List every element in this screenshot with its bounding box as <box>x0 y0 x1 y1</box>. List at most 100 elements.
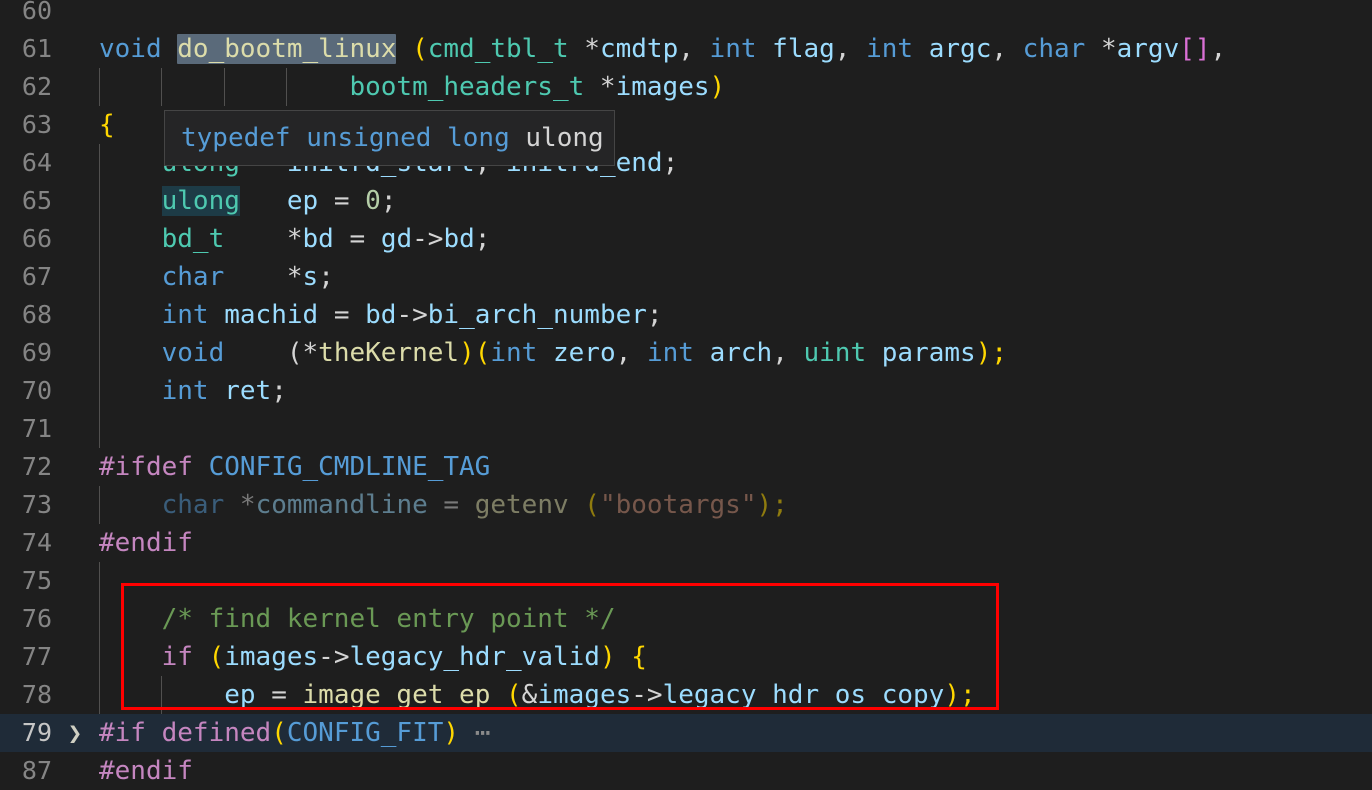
line-number: 73 <box>21 490 52 519</box>
code-line[interactable]: 68 int machid = bd->bi_arch_number; <box>0 296 1372 334</box>
line-content: bootm_headers_t *images) <box>99 68 725 106</box>
code-token: ⋯ <box>459 718 491 748</box>
code-line[interactable]: 61 void do_bootm_linux (cmd_tbl_t *cmdtp,… <box>0 30 1372 68</box>
code-line[interactable]: 66 bd_t *bd = gd->bd; <box>0 220 1372 258</box>
code-line[interactable]: 77 if (images->legacy_hdr_valid) { <box>0 638 1372 676</box>
code-token: int <box>709 34 757 64</box>
code-token: flag <box>772 34 835 64</box>
code-token: void <box>99 34 162 64</box>
line-number: 87 <box>21 756 52 785</box>
code-token: int <box>490 338 538 368</box>
code-token: , <box>834 34 867 64</box>
code-token: , <box>615 338 647 368</box>
code-line[interactable]: 65 ulong ep = 0; <box>0 182 1372 220</box>
line-number: 77 <box>21 642 52 671</box>
code-line[interactable]: 69 void (*theKernel)(int zero, int arch,… <box>0 334 1372 372</box>
code-token: * <box>584 72 616 102</box>
line-number: 74 <box>21 528 52 557</box>
line-content: void (*theKernel)(int zero, int arch, ui… <box>99 334 1007 372</box>
code-token: if <box>161 642 193 672</box>
code-token: theKernel <box>318 338 460 368</box>
code-token: int <box>161 300 209 330</box>
code-token: commandline <box>255 490 428 520</box>
code-token: * <box>224 490 256 520</box>
code-token: void <box>161 338 225 368</box>
code-line[interactable]: 74 #endif <box>0 524 1372 562</box>
code-token: * <box>224 224 303 254</box>
hover-alias-name: ulong <box>509 123 604 153</box>
code-token: ; <box>318 262 334 292</box>
code-token: = <box>255 680 303 710</box>
code-line[interactable]: 76 /* find kernel entry point */ <box>0 600 1372 638</box>
code-line[interactable]: 73 char *commandline = getenv ("bootargs… <box>0 486 1372 524</box>
code-token: argc <box>928 34 992 64</box>
code-token: images <box>537 680 632 710</box>
code-token: ; <box>271 376 287 406</box>
code-token: 0 <box>365 186 381 216</box>
code-line[interactable]: 60 <box>0 0 1372 30</box>
line-number: 70 <box>21 376 52 405</box>
line-content: #endif <box>99 752 193 790</box>
code-line[interactable]: 70 int ret; <box>0 372 1372 410</box>
code-token: legacy_hdr_os_copy <box>662 680 945 710</box>
code-line[interactable]: 87 #endif <box>0 752 1372 790</box>
code-line[interactable]: 62 bootm_headers_t *images) <box>0 68 1372 106</box>
code-line[interactable]: 67 char *s; <box>0 258 1372 296</box>
code-token: ); <box>756 490 788 520</box>
code-editor[interactable]: 60 61 void do_bootm_linux (cmd_tbl_t *cmdt… <box>0 0 1372 786</box>
code-token: , <box>772 338 804 368</box>
line-number: 67 <box>21 262 52 291</box>
code-token: ulong <box>161 186 240 216</box>
code-line[interactable]: 72 #ifdef CONFIG_CMDLINE_TAG <box>0 448 1372 486</box>
code-token: * <box>1085 34 1117 64</box>
code-token: image_get_ep <box>302 680 491 710</box>
indent-guide <box>99 562 100 600</box>
code-token: bd <box>365 300 397 330</box>
code-token: zero <box>553 338 616 368</box>
code-token: bd_t <box>161 224 225 254</box>
code-token: CONFIG_CMDLINE_TAG <box>208 452 491 482</box>
code-token: ep <box>224 680 256 710</box>
code-token: -> <box>631 680 663 710</box>
code-token: images <box>615 72 710 102</box>
code-line[interactable]: 71 <box>0 410 1372 448</box>
code-token: defined <box>161 718 272 748</box>
line-number: 64 <box>21 148 52 177</box>
code-token: ) <box>599 642 616 672</box>
line-number: 63 <box>21 110 52 139</box>
code-token: arch <box>709 338 773 368</box>
line-number: 68 <box>21 300 52 329</box>
code-token: ret <box>224 376 272 406</box>
line-content: char *commandline = getenv ("bootargs"); <box>99 486 788 524</box>
code-token: [] <box>1179 34 1211 64</box>
code-line[interactable]: 75 <box>0 562 1372 600</box>
line-number: 65 <box>21 186 52 215</box>
line-content: bd_t *bd = gd->bd; <box>99 220 491 258</box>
code-token: int <box>161 376 209 406</box>
code-token: legacy_hdr_valid <box>349 642 600 672</box>
line-number: 69 <box>21 338 52 367</box>
chevron-right-icon[interactable]: ❯ <box>62 714 88 752</box>
code-token: -> <box>318 642 350 672</box>
code-token: , <box>678 34 710 64</box>
code-token: params <box>881 338 976 368</box>
code-token: char <box>1022 34 1086 64</box>
code-token: ( <box>584 490 600 520</box>
code-line[interactable]: 78 ep = image_get_ep (&images->legacy_hd… <box>0 676 1372 714</box>
code-token: int <box>646 338 694 368</box>
line-content: int ret; <box>99 372 287 410</box>
code-line[interactable]: 79 ❯ #if defined(CONFIG_FIT) ⋯ <box>0 714 1372 752</box>
